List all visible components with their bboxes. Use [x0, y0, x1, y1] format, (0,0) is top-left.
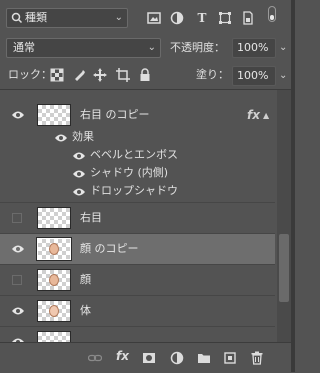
eye-icon[interactable]	[72, 150, 86, 162]
type-filter-icon[interactable]: T	[195, 11, 209, 25]
layers-bottom-toolbar: fx	[0, 342, 295, 373]
lock-all-icon[interactable]	[138, 68, 152, 82]
layer-row-partial[interactable]	[0, 327, 275, 342]
layer-thumbnail	[37, 331, 71, 342]
eye-icon[interactable]	[72, 186, 86, 198]
image-filter-icon[interactable]	[147, 11, 161, 25]
layer-name: 体	[80, 304, 91, 317]
trash-icon[interactable]	[250, 351, 264, 365]
scrollbar-thumb[interactable]	[279, 234, 289, 302]
fill-input[interactable]: 100%	[232, 66, 276, 86]
eye-icon[interactable]	[72, 168, 86, 180]
lock-pixels-icon[interactable]	[72, 68, 86, 82]
layer-row-right-eye-copy[interactable]: 右目 のコピー fx ▲	[0, 100, 275, 130]
adjustment-icon[interactable]	[170, 351, 184, 365]
lock-bar: ロック： 塗り： 100% ⌄	[0, 62, 295, 88]
layer-thumbnail	[37, 269, 71, 291]
opacity-dropdown-icon[interactable]: ⌄	[279, 38, 287, 58]
lock-position-icon[interactable]	[93, 68, 107, 82]
layer-name: 顔 のコピー	[80, 242, 139, 255]
layer-row-face-copy[interactable]: 顔 のコピー	[0, 234, 275, 264]
effect-name: シャドウ (内側)	[90, 166, 169, 179]
layer-thumbnail	[37, 238, 71, 260]
chevron-down-icon: ⌄	[147, 42, 156, 53]
layer-row-body[interactable]: 体	[0, 296, 275, 326]
fx-icon[interactable]: fx	[116, 349, 130, 363]
face-thumbnail-icon	[49, 243, 59, 255]
new-layer-icon[interactable]	[223, 351, 237, 365]
opacity-input[interactable]: 100%	[232, 38, 276, 58]
effect-item-bevel[interactable]: ベベルとエンボス	[0, 146, 275, 164]
layer-thumbnail	[37, 104, 71, 126]
opacity-value: 100%	[237, 41, 269, 54]
shape-filter-icon[interactable]	[218, 11, 232, 25]
filter-bar: 種類 ⌄ T	[0, 0, 295, 36]
adjustment-filter-icon[interactable]	[170, 11, 184, 25]
visibility-toggle-off[interactable]	[12, 275, 22, 285]
effects-label: 効果	[72, 130, 94, 143]
fill-value: 100%	[237, 69, 269, 82]
effect-item-drop-shadow[interactable]: ドロップシャドウ	[0, 182, 275, 200]
opacity-label: 不透明度：	[170, 41, 225, 54]
effects-header: 効果	[0, 128, 275, 146]
collapse-effects-icon[interactable]: ▲	[263, 111, 269, 120]
effect-name: ベベルとエンボス	[90, 148, 178, 161]
mask-icon[interactable]	[142, 351, 156, 365]
filter-kind-select[interactable]: 種類 ⌄	[6, 8, 128, 28]
link-icon[interactable]	[87, 351, 103, 365]
layer-name: 右目	[80, 211, 102, 224]
filter-toggle[interactable]	[268, 6, 276, 22]
effect-item-inner-shadow[interactable]: シャドウ (内側)	[0, 164, 275, 182]
layer-thumbnail	[37, 207, 71, 229]
eye-icon[interactable]	[54, 132, 68, 144]
body-thumbnail-icon	[49, 305, 59, 317]
smartobject-filter-icon[interactable]	[241, 11, 255, 25]
panel-edge	[291, 0, 295, 372]
eye-icon[interactable]	[11, 305, 25, 317]
eye-icon[interactable]	[11, 243, 25, 255]
blend-mode-select[interactable]: 通常 ⌄	[6, 38, 161, 58]
visibility-toggle-off[interactable]	[12, 213, 22, 223]
scrollbar-track[interactable]	[277, 90, 291, 342]
search-icon	[11, 9, 23, 33]
face-thumbnail-icon	[49, 274, 59, 286]
blend-mode-label: 通常	[13, 41, 35, 54]
lock-label: ロック：	[8, 68, 52, 81]
lock-transparent-icon[interactable]	[50, 68, 64, 82]
layer-name: 右目 のコピー	[80, 108, 150, 121]
chevron-down-icon: ⌄	[114, 12, 123, 23]
blend-bar: 通常 ⌄ 不透明度： 100% ⌄	[0, 36, 295, 60]
fill-dropdown-icon[interactable]: ⌄	[279, 66, 287, 86]
layers-panel: 種類 ⌄ T 通常 ⌄ 不透明度： 100% ⌄ ロック： 塗り： 100% ⌄…	[0, 0, 295, 373]
layers-list: 右目 のコピー fx ▲ 効果 ベベルとエンボス シャドウ (内側) ドロップシ…	[0, 90, 275, 342]
effect-name: ドロップシャドウ	[90, 184, 178, 197]
layer-name: 顔	[80, 273, 91, 286]
layer-thumbnail	[37, 300, 71, 322]
filter-kind-label: 種類	[25, 11, 47, 24]
fx-icon[interactable]: fx	[247, 100, 260, 130]
folder-icon[interactable]	[197, 351, 211, 365]
layer-row-right-eye[interactable]: 右目	[0, 203, 275, 233]
lock-artboard-icon[interactable]	[116, 68, 130, 82]
eye-icon[interactable]	[11, 109, 25, 121]
layer-row-face[interactable]: 顔	[0, 265, 275, 295]
fill-label: 塗り：	[196, 68, 229, 81]
